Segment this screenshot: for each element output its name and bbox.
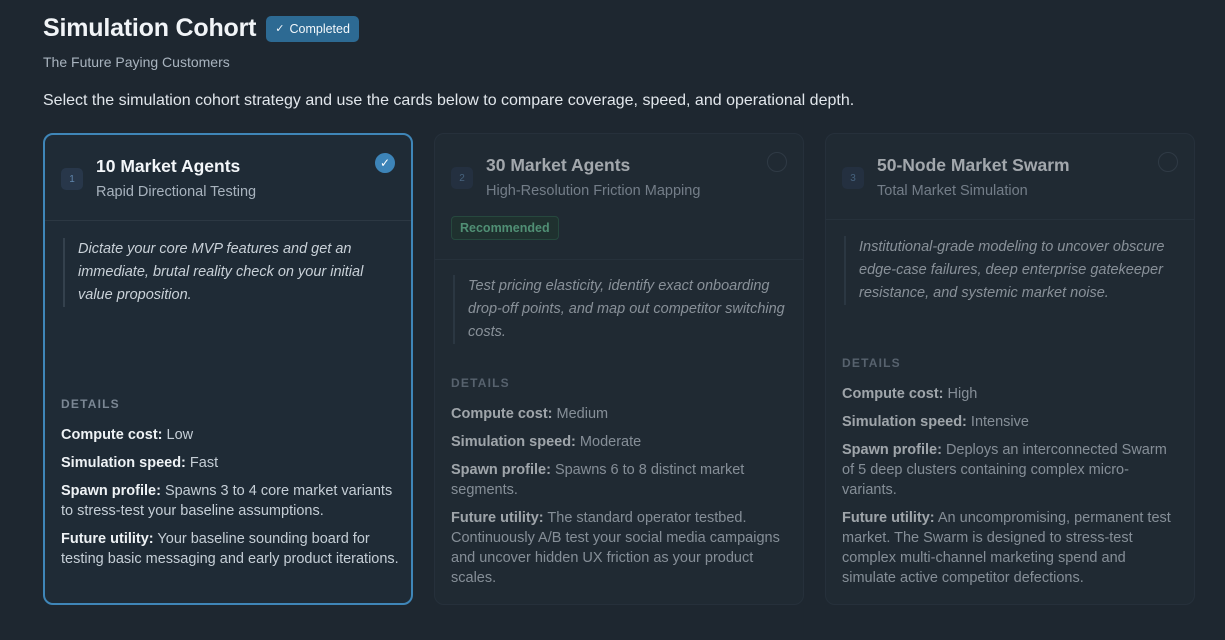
radio-empty-icon[interactable]	[767, 152, 787, 172]
cohort-card-10-agents[interactable]: 1 10 Market Agents Rapid Directional Tes…	[43, 133, 413, 605]
cohort-card-50-node-swarm[interactable]: 3 50-Node Market Swarm Total Market Simu…	[825, 133, 1195, 605]
details-label: DETAILS	[61, 397, 120, 411]
status-badge-label: Completed	[289, 21, 350, 36]
page-header: Simulation Cohort ✓ Completed The Future…	[43, 14, 359, 70]
recommended-badge: Recommended	[451, 216, 559, 240]
check-icon: ✓	[275, 23, 285, 35]
future-utility-row: Future utility: An uncompromising, perma…	[842, 510, 1171, 586]
radio-empty-icon[interactable]	[1158, 152, 1178, 172]
cohort-card-30-agents[interactable]: 2 30 Market Agents High-Resolution Frict…	[434, 133, 804, 605]
simulation-speed-row: Simulation speed: Fast	[61, 455, 219, 471]
page-subtitle: The Future Paying Customers	[43, 54, 230, 70]
page-title: Simulation Cohort	[43, 14, 257, 42]
card-number: 1	[61, 168, 83, 190]
card-details: DETAILS Compute cost: High Simulation sp…	[842, 356, 1182, 596]
simulation-speed-row: Simulation speed: Moderate	[451, 434, 642, 450]
page: Simulation Cohort ✓ Completed The Future…	[0, 0, 1225, 640]
spawn-profile-row: Spawn profile: Spawns 6 to 8 distinct ma…	[451, 462, 745, 498]
compute-cost-row: Compute cost: Medium	[451, 406, 609, 422]
details-label: DETAILS	[842, 356, 901, 370]
card-description: Test pricing elasticity, identify exact …	[453, 275, 787, 344]
future-utility-row: Future utility: Your baseline sounding b…	[61, 531, 399, 567]
simulation-speed-row: Simulation speed: Intensive	[842, 414, 1029, 430]
card-title: 30 Market Agents	[486, 155, 631, 175]
status-badge: ✓ Completed	[266, 15, 359, 42]
card-description: Institutional-grade modeling to uncover …	[844, 236, 1178, 305]
card-subtitle: High-Resolution Friction Mapping	[486, 183, 701, 199]
details-label: DETAILS	[451, 376, 510, 390]
card-details: DETAILS Compute cost: Low Simulation spe…	[61, 397, 401, 577]
compute-cost-row: Compute cost: High	[842, 386, 978, 402]
card-subtitle: Rapid Directional Testing	[96, 184, 257, 200]
card-description: Dictate your core MVP features and get a…	[63, 238, 397, 307]
card-number: 3	[842, 167, 864, 189]
card-details: DETAILS Compute cost: Medium Simulation …	[451, 376, 791, 596]
card-header: 1 10 Market Agents Rapid Directional Tes…	[45, 135, 411, 221]
compute-cost-row: Compute cost: Low	[61, 427, 194, 443]
card-subtitle: Total Market Simulation	[877, 183, 1028, 199]
spawn-profile-row: Spawn profile: Deploys an interconnected…	[842, 442, 1167, 498]
card-header: 2 30 Market Agents High-Resolution Frict…	[435, 134, 803, 260]
spawn-profile-row: Spawn profile: Spawns 3 to 4 core market…	[61, 483, 393, 519]
card-number: 2	[451, 167, 473, 189]
future-utility-row: Future utility: The standard operator te…	[451, 510, 780, 586]
radio-checked-icon[interactable]: ✓	[375, 153, 395, 173]
instruction-text: Select the simulation cohort strategy an…	[43, 92, 855, 109]
card-title: 50-Node Market Swarm	[877, 155, 1070, 175]
card-header: 3 50-Node Market Swarm Total Market Simu…	[826, 134, 1194, 220]
card-title: 10 Market Agents	[96, 156, 241, 176]
